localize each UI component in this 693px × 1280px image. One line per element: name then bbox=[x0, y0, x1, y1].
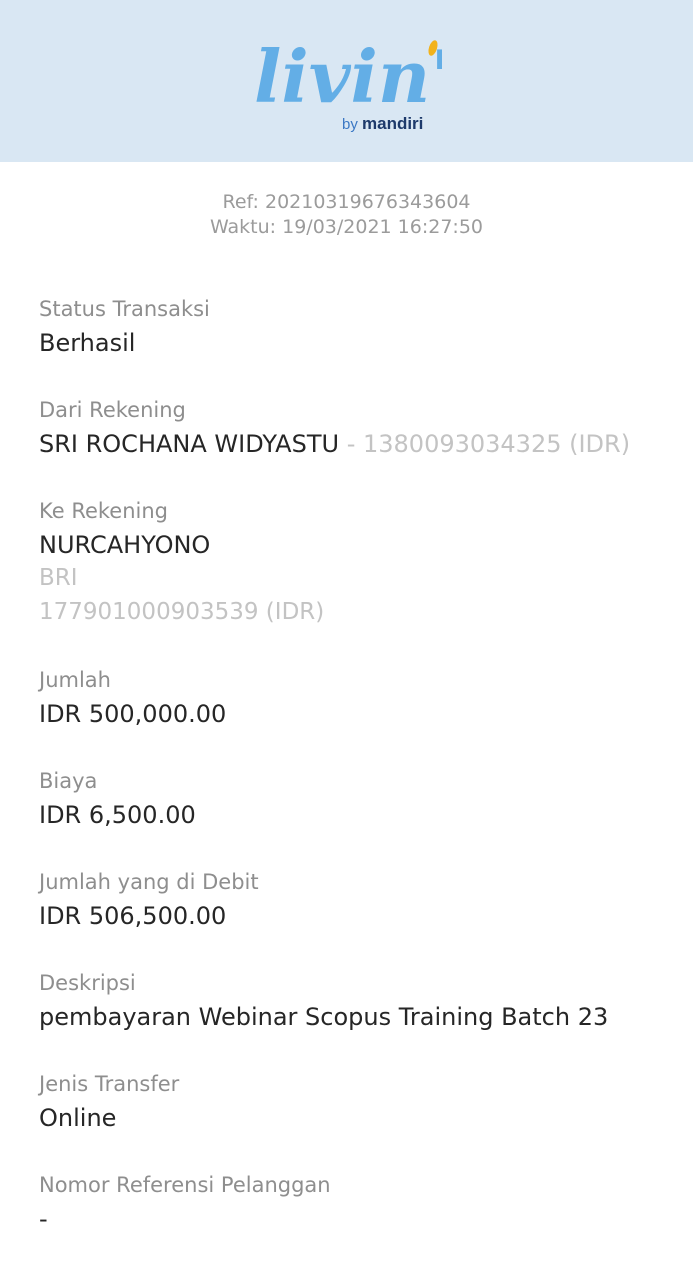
logo-by-text: by bbox=[342, 116, 358, 133]
debited-value: IDR 506,500.00 bbox=[39, 902, 227, 930]
field-customer-reference: Nomor Referensi Pelanggan - bbox=[39, 1171, 669, 1235]
from-account-label: Dari Rekening bbox=[39, 398, 186, 422]
status-label: Status Transaksi bbox=[39, 297, 210, 321]
status-value: Berhasil bbox=[39, 329, 136, 357]
transaction-details: Status Transaksi Berhasil Dari Rekening … bbox=[39, 295, 669, 1272]
field-description: Deskripsi pembayaran Webinar Scopus Trai… bbox=[39, 969, 669, 1033]
debited-label: Jumlah yang di Debit bbox=[39, 870, 259, 894]
description-label: Deskripsi bbox=[39, 971, 136, 995]
fee-value: IDR 6,500.00 bbox=[39, 801, 196, 829]
receipt-meta: Ref: 20210319676343604 Waktu: 19/03/2021… bbox=[0, 190, 693, 240]
transfer-type-label: Jenis Transfer bbox=[39, 1072, 180, 1096]
to-account-label: Ke Rekening bbox=[39, 499, 169, 523]
transaction-time: Waktu: 19/03/2021 16:27:50 bbox=[209, 216, 484, 238]
from-account-name: SRI ROCHANA WIDYASTU bbox=[39, 430, 340, 458]
to-account-bank: BRI bbox=[39, 565, 78, 591]
logo-wordmark: livin' bbox=[254, 34, 442, 119]
customer-reference-label: Nomor Referensi Pelanggan bbox=[39, 1173, 331, 1197]
field-status: Status Transaksi Berhasil bbox=[39, 295, 669, 359]
livin-mandiri-logo: livin' by mandiri bbox=[252, 22, 442, 137]
amount-label: Jumlah bbox=[39, 668, 111, 692]
field-debited: Jumlah yang di Debit IDR 506,500.00 bbox=[39, 868, 669, 932]
fee-label: Biaya bbox=[39, 769, 98, 793]
logo-bank-text: mandiri bbox=[362, 114, 423, 133]
transfer-type-value: Online bbox=[39, 1104, 117, 1132]
description-value: pembayaran Webinar Scopus Training Batch… bbox=[39, 1003, 609, 1031]
from-account-separator: - bbox=[339, 430, 363, 458]
customer-reference-value: - bbox=[39, 1205, 48, 1233]
field-to-account: Ke Rekening NURCAHYONO BRI 1779010009035… bbox=[39, 497, 669, 629]
field-transfer-type: Jenis Transfer Online bbox=[39, 1070, 669, 1134]
from-account-number: 1380093034325 (IDR) bbox=[362, 430, 631, 458]
field-amount: Jumlah IDR 500,000.00 bbox=[39, 666, 669, 730]
to-account-number: 177901000903539 (IDR) bbox=[39, 599, 325, 625]
field-from-account: Dari Rekening SRI ROCHANA WIDYASTU - 138… bbox=[39, 396, 669, 460]
from-account-value: SRI ROCHANA WIDYASTU - 1380093034325 (ID… bbox=[39, 428, 669, 460]
reference-number: Ref: 20210319676343604 bbox=[222, 191, 471, 213]
receipt-header: livin' by mandiri bbox=[0, 0, 693, 162]
field-fee: Biaya IDR 6,500.00 bbox=[39, 767, 669, 831]
to-account-name: NURCAHYONO bbox=[39, 531, 211, 559]
amount-value: IDR 500,000.00 bbox=[39, 700, 227, 728]
